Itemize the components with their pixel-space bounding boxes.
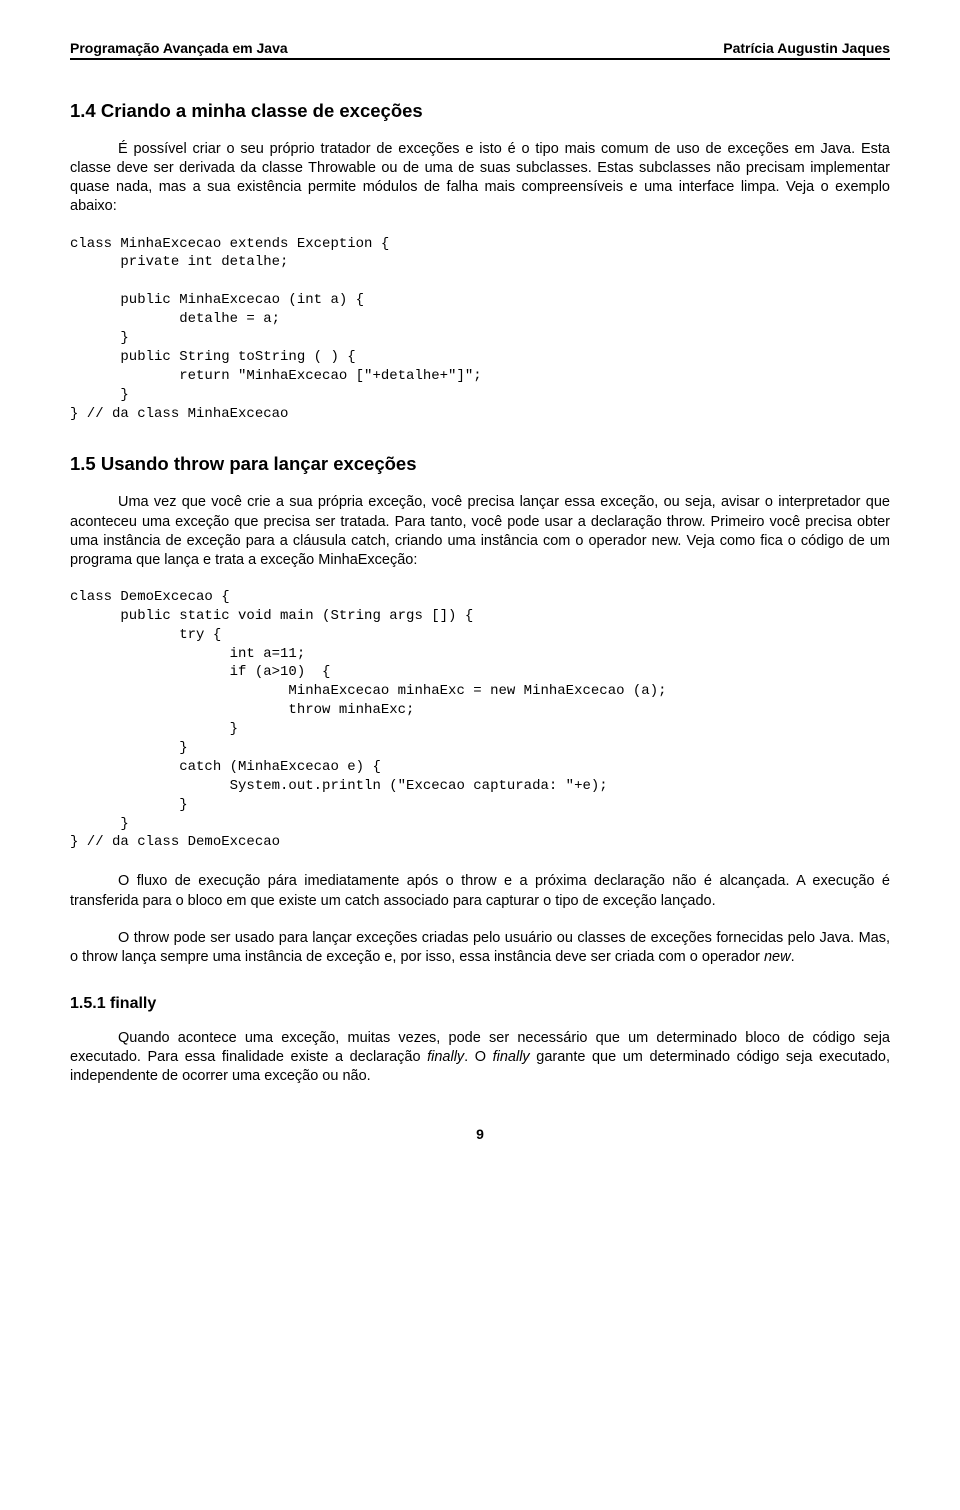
section-1-5-1-paragraph-1: Quando acontece uma exceção, muitas veze… <box>70 1029 890 1086</box>
page-header: Programação Avançada em Java Patrícia Au… <box>70 40 890 60</box>
section-1-5-paragraph-2: O fluxo de execução pára imediatamente a… <box>70 872 890 910</box>
section-1-5-paragraph-3: O throw pode ser usado para lançar exceç… <box>70 929 890 967</box>
section-1-4-paragraph-1: É possível criar o seu próprio tratador … <box>70 140 890 217</box>
section-1-5-paragraph-1: Uma vez que você crie a sua própria exce… <box>70 493 890 570</box>
code-block-minha-excecao: class MinhaExcecao extends Exception { p… <box>70 235 890 424</box>
header-right: Patrícia Augustin Jaques <box>723 40 890 56</box>
code-block-demo-excecao: class DemoExcecao { public static void m… <box>70 588 890 852</box>
section-1-5-title: 1.5 Usando throw para lançar exceções <box>70 453 890 475</box>
section-1-4-title: 1.4 Criando a minha classe de exceções <box>70 100 890 122</box>
section-1-5-1-title: 1.5.1 finally <box>70 995 890 1013</box>
italic-finally-2: finally <box>493 1049 530 1065</box>
italic-new: new <box>764 949 791 965</box>
document-page: Programação Avançada em Java Patrícia Au… <box>0 0 960 1172</box>
header-left: Programação Avançada em Java <box>70 40 288 56</box>
text-run: . <box>791 949 795 965</box>
italic-finally-1: finally <box>427 1049 464 1065</box>
page-number: 9 <box>70 1126 890 1142</box>
text-run: . O <box>464 1049 492 1065</box>
